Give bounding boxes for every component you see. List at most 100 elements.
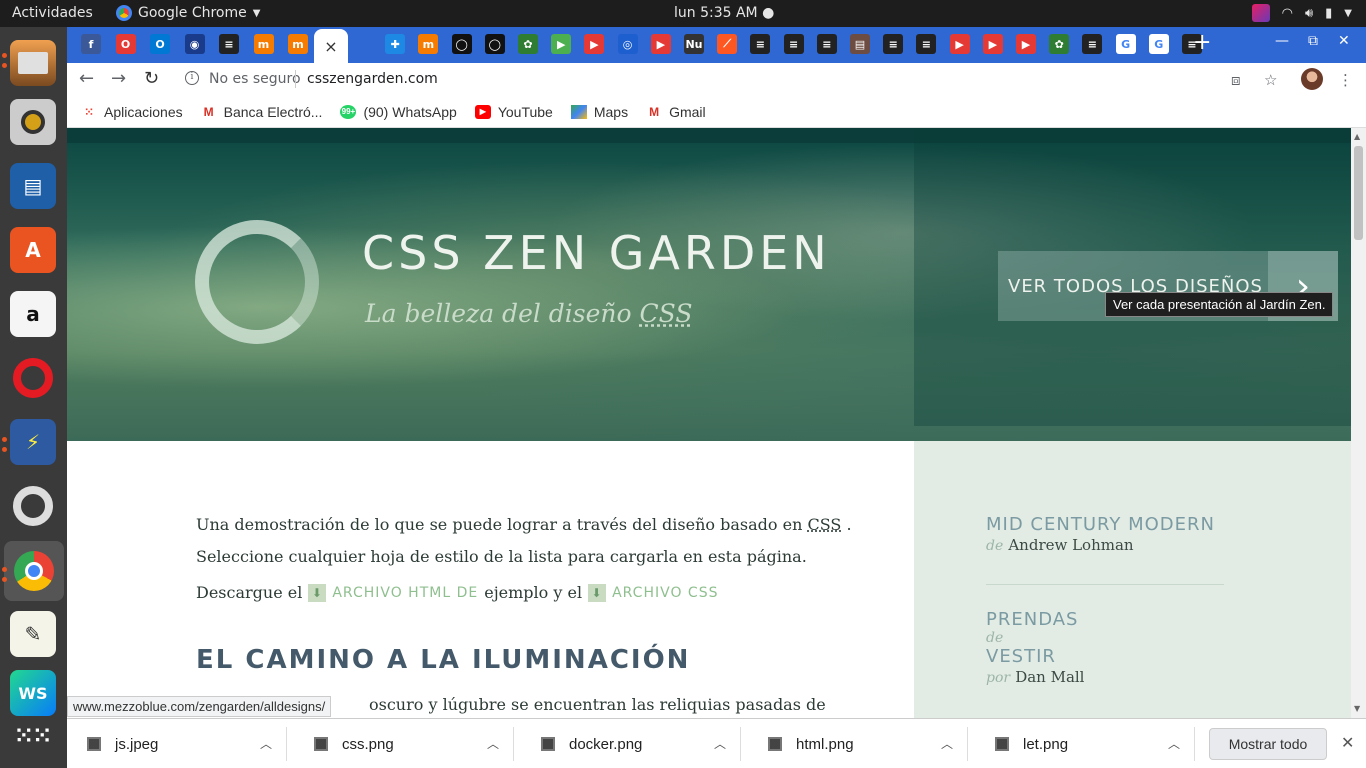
design-author[interactable]: Dan Mall [1015, 668, 1084, 686]
tab-favicon[interactable]: m [418, 34, 439, 54]
tab-favicon[interactable]: ✿ [1049, 34, 1070, 54]
tab-favicon[interactable]: G [1115, 34, 1136, 54]
speaker-icon[interactable] [10, 99, 56, 145]
network-icon[interactable]: ⚡ [10, 419, 56, 465]
close-icon[interactable]: ✕ [1341, 733, 1354, 752]
tab-favicon[interactable]: O [150, 34, 170, 54]
tab-favicon[interactable]: f [81, 34, 101, 54]
design-author[interactable]: Andrew Lohman [1008, 536, 1133, 554]
running-indicator [2, 53, 7, 58]
chevron-up-icon[interactable]: ︿ [941, 735, 953, 752]
chevron-up-icon[interactable]: ︿ [487, 735, 499, 752]
bookmark-gmail[interactable]: M Gmail [646, 104, 706, 120]
opera-icon[interactable] [10, 355, 56, 401]
omnibox[interactable]: i No es seguro csszengarden.com [175, 65, 1295, 94]
download-item[interactable]: js.jpeg ︿ [67, 727, 287, 761]
system-tray[interactable]: ◠ 🔊︎ ▮ ▼ [1251, 4, 1352, 22]
tab-favicon[interactable]: ≡ [783, 34, 804, 54]
close-icon[interactable]: × [324, 37, 337, 56]
download-html-link[interactable]: ⬇ ARCHIVO HTML DE [308, 583, 478, 602]
tab-favicon[interactable]: ≡ [916, 34, 937, 54]
bookmark-banca[interactable]: M Banca Electró... [201, 104, 323, 120]
chevron-down-icon: ▼ [252, 7, 261, 19]
download-css-link[interactable]: ⬇ ARCHIVO CSS [588, 583, 718, 602]
opera-gx-icon[interactable] [10, 483, 56, 529]
chevron-up-icon[interactable]: ︿ [1168, 735, 1180, 752]
activities-button[interactable]: Actividades [12, 5, 93, 21]
tab-favicon[interactable]: Nu [684, 34, 704, 54]
tab-favicon[interactable]: ≡ [1082, 34, 1103, 54]
restore-icon[interactable]: ⧉ [1308, 33, 1318, 49]
profile-avatar[interactable] [1301, 68, 1323, 90]
menu-icon[interactable]: ⋮ [1338, 71, 1353, 89]
tab-favicon[interactable]: ◯ [484, 34, 505, 54]
design-name[interactable]: PRENDAS [986, 609, 1084, 630]
amazon-icon[interactable]: a [10, 291, 56, 337]
bookmark-whatsapp[interactable]: 99+ (90) WhatsApp [340, 104, 457, 120]
files-icon[interactable] [10, 40, 56, 86]
info-icon[interactable]: i [185, 71, 199, 85]
design-name[interactable]: VESTIR [986, 646, 1084, 667]
translate-icon[interactable]: ⧈ [1231, 71, 1241, 89]
tab-favicon[interactable]: ≡ [219, 34, 239, 54]
scroll-thumb[interactable] [1354, 146, 1363, 240]
chevron-up-icon[interactable]: ︿ [714, 735, 726, 752]
forward-icon[interactable]: → [111, 68, 126, 89]
app-grid-icon[interactable]: ⁙⁙ [10, 713, 56, 759]
bookmark-apps[interactable]: ⁙ Aplicaciones [81, 104, 183, 120]
tab-favicon[interactable]: ▶ [584, 34, 605, 54]
show-all-downloads-button[interactable]: Mostrar todo [1209, 728, 1327, 760]
tab-favicon[interactable]: ▶ [650, 34, 671, 54]
tab-favicon[interactable]: O [115, 34, 136, 54]
tab-favicon[interactable]: ▶ [949, 34, 970, 54]
bookmark-maps[interactable]: Maps [570, 104, 628, 120]
tab-favicon[interactable]: ✚ [385, 34, 406, 54]
app-menu[interactable]: Google Chrome ▼ [116, 5, 260, 21]
running-indicator [2, 63, 7, 68]
tab-active[interactable]: × [314, 29, 348, 63]
reload-icon[interactable]: ↻ [144, 68, 159, 89]
tab-favicon[interactable]: ⟋ [717, 34, 738, 54]
design-item[interactable]: MID CENTURY MODERN de Andrew Lohman [986, 514, 1215, 554]
chevron-up-icon[interactable]: ︿ [260, 735, 272, 752]
page-scrollbar[interactable]: ▲ ▼ [1351, 128, 1366, 718]
tab-favicon[interactable]: ▶ [551, 34, 572, 54]
webstorm-icon[interactable]: WS [10, 670, 56, 716]
app-indicator-icon[interactable] [1251, 4, 1270, 22]
scroll-down-icon[interactable]: ▼ [1354, 704, 1360, 713]
back-icon[interactable]: ← [79, 68, 94, 89]
tab-favicon[interactable]: ▶ [1016, 34, 1036, 54]
chrome-icon[interactable] [4, 541, 64, 601]
scroll-up-icon[interactable]: ▲ [1354, 132, 1360, 141]
tab-favicon[interactable]: m [288, 34, 308, 54]
libreoffice-impress-icon[interactable]: ▤ [10, 163, 56, 209]
tab-favicon[interactable]: ✿ [518, 34, 538, 54]
bookmark-label: Aplicaciones [104, 103, 183, 120]
close-window-icon[interactable]: ✕ [1338, 33, 1350, 49]
new-tab-button[interactable]: + [1193, 30, 1211, 55]
bookmark-youtube[interactable]: ▶ YouTube [474, 104, 553, 120]
download-item[interactable]: let.png ︿ [975, 727, 1195, 761]
security-label[interactable]: No es seguro [209, 71, 301, 87]
tab-favicon[interactable]: ≡ [816, 34, 837, 54]
tab-favicon[interactable]: ≡ [750, 34, 771, 54]
minimize-icon[interactable]: — [1275, 33, 1289, 49]
tab-favicon[interactable]: ◯ [451, 34, 472, 54]
clock[interactable]: lun 5:35 AM ● [674, 5, 774, 21]
tab-favicon[interactable]: ▤ [850, 34, 870, 54]
design-item[interactable]: PRENDAS de VESTIR por Dan Mall [986, 609, 1084, 686]
tab-favicon[interactable]: ▶ [982, 34, 1003, 54]
software-center-icon[interactable]: A [10, 227, 56, 273]
url-text[interactable]: csszengarden.com [307, 71, 438, 87]
tab-favicon[interactable]: ◉ [184, 34, 205, 54]
design-name[interactable]: MID CENTURY MODERN [986, 514, 1215, 535]
download-item[interactable]: html.png ︿ [748, 727, 968, 761]
tab-favicon[interactable]: m [253, 34, 274, 54]
tab-favicon[interactable]: G [1148, 34, 1169, 54]
tab-favicon[interactable]: ≡ [883, 34, 904, 54]
download-item[interactable]: css.png ︿ [294, 727, 514, 761]
tab-favicon[interactable]: ◎ [617, 34, 638, 54]
text-editor-icon[interactable]: ✎ [10, 611, 56, 657]
download-item[interactable]: docker.png ︿ [521, 727, 741, 761]
bookmark-star-icon[interactable]: ☆ [1264, 71, 1277, 89]
